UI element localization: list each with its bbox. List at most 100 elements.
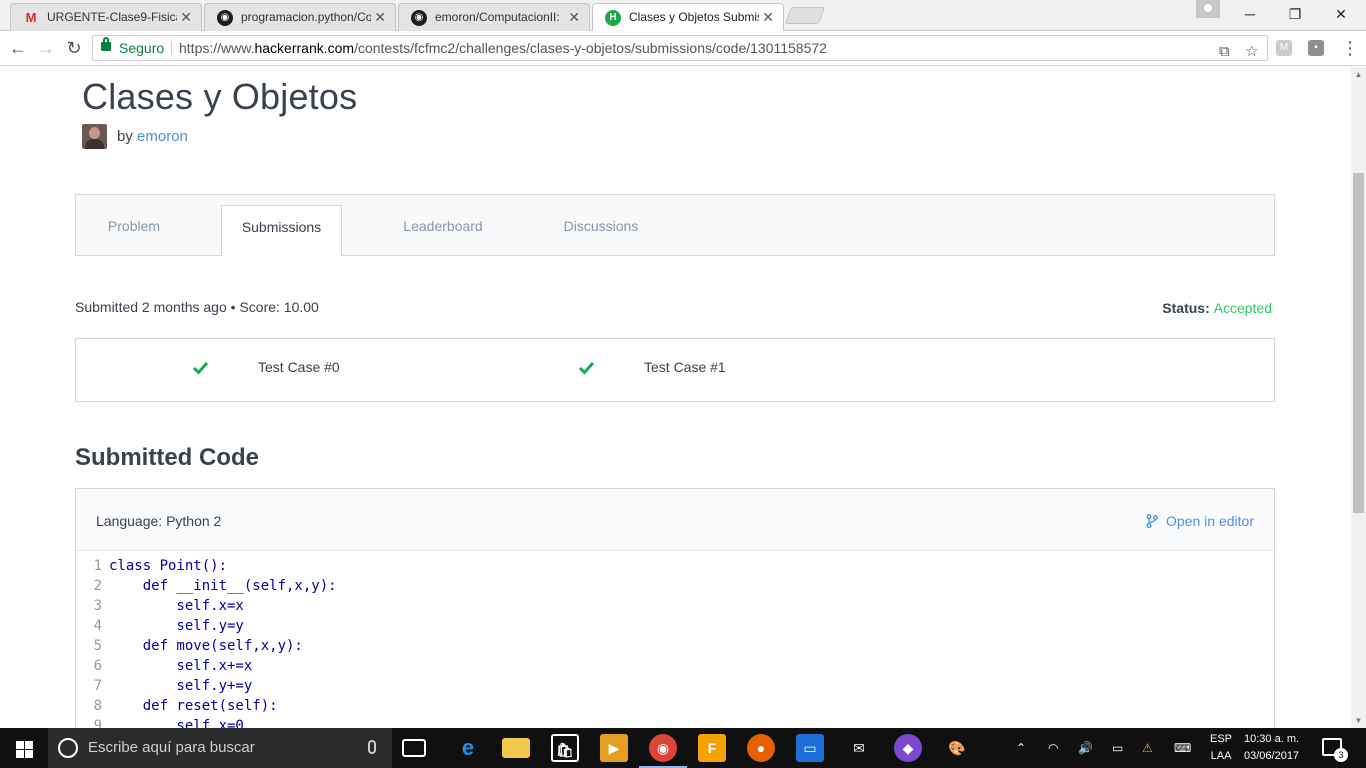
input-language-indicator[interactable]: ESP LAA: [1210, 731, 1232, 765]
submitted-code-heading: Submitted Code: [75, 444, 259, 471]
hackerrank-icon: H: [605, 10, 621, 26]
test-cases-panel: Test Case #0 Test Case #1: [75, 338, 1275, 402]
status-label: Status:: [1162, 300, 1210, 316]
close-window-button[interactable]: ✕: [1318, 0, 1364, 28]
scroll-up-icon[interactable]: ▲: [1351, 67, 1366, 82]
store-icon[interactable]: 🛍: [551, 734, 579, 762]
code-panel: Language: Python 2 Open in editor 1 2 3 …: [75, 488, 1275, 728]
paint-icon[interactable]: 🎨: [943, 734, 971, 762]
keyboard-icon[interactable]: ⌨: [1174, 728, 1191, 768]
chrome-icon[interactable]: ◉: [639, 734, 687, 768]
minimize-button[interactable]: ─: [1227, 0, 1273, 28]
line-number-gutter: 1 2 3 4 5 6 7 8 9: [76, 556, 106, 728]
by-label: by: [117, 128, 133, 145]
avatar[interactable]: [82, 124, 107, 149]
browser-tab-github-programacion[interactable]: ◉ programacion.python/Co ✕: [204, 3, 396, 31]
taskbar-search-box[interactable]: Escribe aquí para buscar: [48, 728, 392, 768]
page-scrollbar[interactable]: ▲ ▼: [1351, 67, 1366, 728]
tab-leaderboard[interactable]: Leaderboard: [386, 205, 500, 257]
check-icon: [193, 361, 208, 375]
code-line: def reset(self):: [109, 698, 278, 714]
user-profile-icon[interactable]: [1196, 0, 1220, 18]
wifi-icon[interactable]: ◠: [1048, 728, 1058, 768]
back-arrow-icon[interactable]: ←: [6, 37, 30, 59]
line-number: 5: [93, 638, 102, 654]
windows-start-button[interactable]: [0, 728, 48, 768]
browser-tab-label: emoron/ComputacionII:: [435, 10, 560, 24]
microphone-icon[interactable]: [368, 740, 376, 754]
clock[interactable]: 10:30 a. m. 03/06/2017: [1244, 731, 1299, 765]
lang-layout: LAA: [1210, 750, 1232, 762]
battery-icon[interactable]: ▭: [1112, 728, 1123, 768]
browser-tab-github-computacion[interactable]: ◉ emoron/ComputacionII: ✕: [398, 3, 590, 31]
test-case-label: Test Case #1: [644, 359, 726, 375]
language-label: Language: Python 2: [96, 513, 222, 529]
close-tab-icon[interactable]: ✕: [762, 4, 774, 30]
forward-arrow-icon[interactable]: →: [34, 37, 58, 59]
browser-tab-strip: M URGENTE-Clase9-Fisica-l ✕ ◉ programaci…: [0, 0, 1366, 31]
status-badge: Accepted: [1213, 300, 1272, 316]
line-number: 3: [93, 598, 102, 614]
open-in-editor-link[interactable]: Open in editor: [1146, 513, 1254, 529]
close-tab-icon[interactable]: ✕: [568, 4, 580, 30]
open-in-editor-label: Open in editor: [1166, 513, 1254, 529]
edge-icon[interactable]: e: [454, 734, 482, 762]
file-explorer-icon[interactable]: [502, 738, 530, 758]
branch-icon: [1146, 514, 1158, 528]
bookmark-star-icon[interactable]: ☆: [1245, 40, 1258, 64]
line-number: 9: [93, 718, 102, 728]
new-tab-button[interactable]: [784, 7, 826, 24]
lang-code: ESP: [1210, 733, 1233, 745]
extension-m-icon[interactable]: M: [1276, 40, 1292, 56]
address-bar[interactable]: Seguro https://www.hackerrank.com/contes…: [92, 35, 1268, 61]
search-placeholder: Escribe aquí para buscar: [88, 739, 255, 756]
code-lines: class Point(): def __init__(self,x,y): s…: [109, 556, 337, 728]
code-line: self.y+=y: [109, 678, 253, 694]
code-line: self.x=0: [109, 718, 244, 728]
secure-label: Seguro: [119, 40, 165, 56]
github-icon: ◉: [217, 10, 233, 26]
test-case-label: Test Case #0: [258, 359, 340, 375]
scroll-down-icon[interactable]: ▼: [1351, 713, 1366, 728]
reload-icon[interactable]: ↻: [62, 37, 86, 59]
line-number: 4: [93, 618, 102, 634]
mail-icon[interactable]: ✉: [845, 734, 873, 762]
volume-icon[interactable]: 🔊: [1078, 728, 1093, 768]
restore-button[interactable]: ❐: [1272, 0, 1318, 28]
line-number: 7: [93, 678, 102, 694]
translate-icon[interactable]: ⧉: [1219, 40, 1230, 64]
task-view-icon[interactable]: [402, 739, 426, 757]
author-link[interactable]: emoron: [137, 128, 188, 145]
notification-count: 3: [1334, 748, 1348, 762]
browser-tab-hackerrank[interactable]: H Clases y Objetos Submis ✕: [592, 3, 784, 31]
media-player-icon[interactable]: ▶: [600, 734, 628, 762]
extension-icon[interactable]: ▪: [1308, 40, 1324, 56]
code-line: def move(self,x,y):: [109, 638, 303, 654]
code-line: self.x+=x: [109, 658, 253, 674]
test-case-item[interactable]: Test Case #0: [76, 339, 576, 401]
app-icon[interactable]: ◆: [894, 734, 922, 762]
url-text: https://www.hackerrank.com/contests/fcfm…: [179, 40, 827, 56]
test-case-item[interactable]: Test Case #1: [576, 339, 976, 401]
notifications-icon[interactable]: 3: [1322, 738, 1348, 762]
fl-studio-icon[interactable]: F: [698, 734, 726, 762]
line-number: 8: [93, 698, 102, 714]
tab-problem[interactable]: Problem: [76, 205, 192, 257]
author-byline: by emoron: [117, 128, 188, 145]
browser-tab-label: URGENTE-Clase9-Fisica-l: [47, 10, 177, 24]
browser-menu-icon[interactable]: ⋮: [1340, 37, 1360, 59]
tab-submissions[interactable]: Submissions: [221, 205, 342, 257]
firefox-icon[interactable]: ●: [747, 734, 775, 762]
warning-icon[interactable]: ⚠: [1142, 728, 1153, 768]
tab-discussions[interactable]: Discussions: [548, 205, 654, 257]
challenge-tabs: Problem Submissions Leaderboard Discussi…: [75, 194, 1275, 257]
code-editor[interactable]: 1 2 3 4 5 6 7 8 9 class Point(): def __i…: [76, 552, 1274, 728]
scrollbar-thumb[interactable]: [1353, 173, 1364, 513]
monitor-app-icon[interactable]: ▭: [796, 734, 824, 762]
browser-tab-gmail[interactable]: M URGENTE-Clase9-Fisica-l ✕: [10, 3, 202, 31]
close-tab-icon[interactable]: ✕: [374, 4, 386, 30]
code-line: def __init__(self,x,y):: [109, 578, 337, 594]
show-hidden-icons[interactable]: ⌃: [1016, 728, 1026, 768]
clock-date: 03/06/2017: [1244, 750, 1300, 762]
close-tab-icon[interactable]: ✕: [180, 4, 192, 30]
